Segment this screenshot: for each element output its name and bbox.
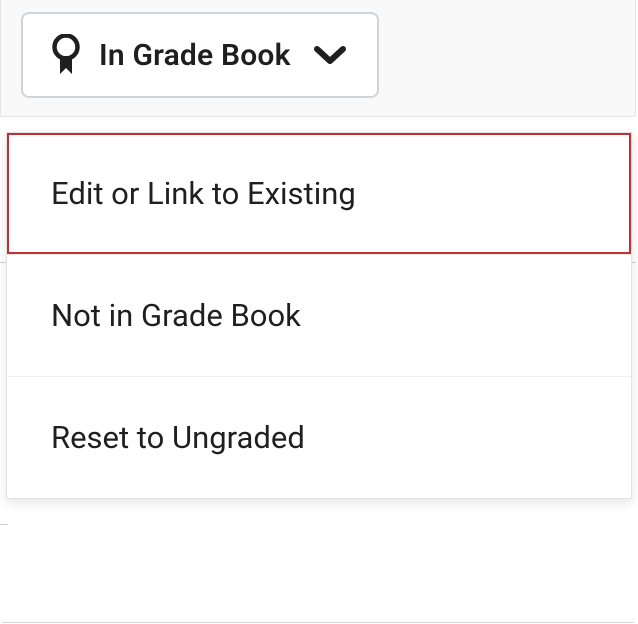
- menu-item-label: Edit or Link to Existing: [51, 175, 356, 212]
- chevron-down-icon: [313, 44, 347, 66]
- divider-line: [0, 524, 8, 525]
- menu-item-label: Not in Grade Book: [51, 297, 301, 334]
- menu-item-edit-or-link[interactable]: Edit or Link to Existing: [7, 133, 631, 254]
- dropdown-label: In Grade Book: [99, 38, 291, 73]
- menu-item-label: Reset to Ungraded: [51, 419, 305, 456]
- divider-line: [2, 622, 634, 623]
- dropdown-container: In Grade Book: [0, 0, 636, 117]
- menu-item-not-in-grade-book[interactable]: Not in Grade Book: [7, 254, 631, 376]
- dropdown-menu: Edit or Link to Existing Not in Grade Bo…: [6, 132, 632, 499]
- grade-book-dropdown-button[interactable]: In Grade Book: [21, 12, 379, 98]
- menu-item-reset-to-ungraded[interactable]: Reset to Ungraded: [7, 376, 631, 498]
- ribbon-icon: [51, 34, 81, 76]
